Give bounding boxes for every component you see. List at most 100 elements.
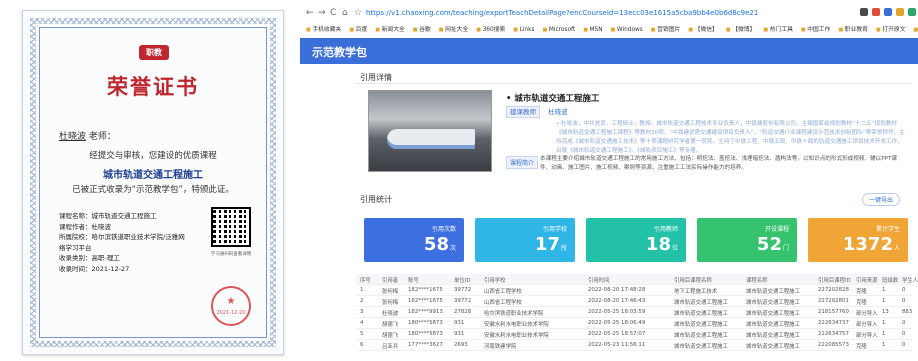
table-cell: 哈尔滨铁道职业技术学院 bbox=[484, 311, 544, 317]
table-header-cell: 引用后课程ID bbox=[818, 278, 851, 284]
table-header-cell: 引用时间 bbox=[588, 278, 610, 284]
bookmark-item[interactable]: 职业教育 bbox=[838, 27, 868, 33]
table-cell: 城市轨道交通工程施工 bbox=[746, 322, 800, 328]
table-cell: 931 bbox=[454, 331, 465, 337]
table-cell: 城市轨道交通工程施工 bbox=[674, 344, 728, 350]
bookmark-item[interactable]: MSN bbox=[583, 27, 602, 33]
table-row[interactable]: 3 杜晓波 182****9913 27828 哈尔滨铁道职业技术学院 2022-05-2… bbox=[356, 307, 912, 318]
table-header-cell: 引用者 bbox=[382, 278, 399, 284]
table-header-cell: 序号 bbox=[360, 278, 371, 284]
stat-card: 引用次数 58次 bbox=[364, 218, 464, 262]
table-cell: 931 bbox=[454, 320, 465, 326]
stat-card-value: 1372人 bbox=[843, 234, 900, 255]
table-cell: 城市轨道交通工程施工 bbox=[746, 311, 800, 317]
table-cell: 180****5873 bbox=[408, 331, 443, 337]
table-cell: 河南铁建学院 bbox=[484, 344, 517, 350]
certificate-recipient: 杜晓波 老师： bbox=[59, 129, 116, 142]
bookmark-item[interactable]: 网址大全 bbox=[439, 27, 469, 33]
bookmark-item[interactable]: 中国工作 bbox=[801, 27, 831, 33]
bookmark-item[interactable]: Links bbox=[513, 27, 534, 33]
table-cell: 0 bbox=[902, 342, 906, 348]
star-icon[interactable]: ☆ bbox=[354, 8, 362, 18]
table-cell: 0 bbox=[902, 298, 906, 304]
stat-card-value: 58次 bbox=[424, 234, 456, 255]
info-line: 所属院校：哈尔滨铁道职业技术学院/泛雅网 bbox=[59, 233, 185, 241]
table-cell: 1 bbox=[882, 287, 886, 293]
extension-icon[interactable] bbox=[908, 8, 916, 16]
table-cell: 城市轨道交通工程施工 bbox=[674, 322, 728, 328]
stat-number: 17 bbox=[534, 234, 560, 255]
table-header-cell: 引用来源 bbox=[856, 278, 878, 284]
url-input[interactable]: https://v1.chaoxing.com/teaching/exportT… bbox=[366, 9, 758, 17]
table-row[interactable]: 6 吕亚兵 177****3627 2693 河南铁建学院 2022-05-23 11:5… bbox=[356, 340, 912, 351]
table-cell: 0 bbox=[902, 331, 906, 337]
table-cell: 克隆 bbox=[856, 344, 867, 350]
table-cell: 2022-05-25 18:06:49 bbox=[588, 320, 646, 326]
table-cell: 胡德飞 bbox=[382, 333, 399, 339]
table-header-row: 序号 引用者 账号 单位ID 引用学校 引用时间 引用后课程名称 课程名称 引用后课程ID 引用来… bbox=[356, 274, 918, 285]
table-row[interactable]: 1 张何梅 182****1675 39772 山西省工程学校 2022-08-20 17… bbox=[356, 285, 912, 296]
bookmark-item[interactable]: 营销图片 bbox=[651, 27, 681, 33]
info-line: 收录时间：2021-12-27 bbox=[59, 264, 130, 273]
table-cell: 山西省工程学校 bbox=[484, 300, 522, 306]
bookmark-item[interactable]: 热门工具 bbox=[763, 27, 793, 33]
table-header-cell: 账号 bbox=[408, 278, 419, 284]
back-icon[interactable]: ← bbox=[306, 8, 314, 18]
bookmark-item[interactable]: 百度 bbox=[349, 27, 367, 33]
table-cell: 安徽水利水电职业技术学院 bbox=[484, 333, 549, 339]
home-icon[interactable]: ⌂ bbox=[342, 8, 348, 18]
bookmark-item[interactable]: 打开原文 bbox=[876, 27, 906, 33]
certificate-logo: 职教 bbox=[139, 45, 169, 60]
bookmark-item[interactable]: 360搜索 bbox=[476, 27, 505, 33]
bookmark-item[interactable]: 【微信】 bbox=[688, 27, 718, 33]
browser-window: ← → C ⌂ ☆ https://v1.chaoxing.com/teachi… bbox=[300, 0, 918, 361]
table-cell: 222634757 bbox=[818, 331, 849, 337]
table-cell: 山西省工程学校 bbox=[484, 289, 522, 295]
bookmark-item[interactable]: 手机收藏夹 bbox=[306, 27, 341, 33]
divider bbox=[356, 83, 912, 84]
table-cell: 2022-05-25 18:57:07 bbox=[588, 331, 646, 337]
stat-unit: 次 bbox=[449, 245, 456, 252]
extension-icon[interactable] bbox=[860, 8, 868, 16]
extension-icon[interactable] bbox=[896, 8, 904, 16]
table-row[interactable]: 4 胡德飞 180****5873 931 安徽水利水电职业技术学院 2022-05-25… bbox=[356, 318, 912, 329]
creator-name[interactable]: 杜晓波 bbox=[548, 108, 568, 116]
forward-icon[interactable]: → bbox=[318, 8, 326, 18]
table-cell: 1 bbox=[882, 320, 886, 326]
table-cell: 39772 bbox=[454, 298, 472, 304]
bookmark-item[interactable]: 新闻大全 bbox=[375, 27, 405, 33]
stat-unit: 位 bbox=[671, 245, 678, 252]
table-cell: 2693 bbox=[454, 342, 468, 348]
table-cell: 0 bbox=[902, 320, 906, 326]
stat-number: 58 bbox=[423, 234, 449, 255]
reload-icon[interactable]: C bbox=[330, 8, 336, 18]
bookmark-item[interactable]: 【微博】 bbox=[726, 27, 756, 33]
creator-tag: 建课教师 杜晓波 bbox=[506, 106, 568, 118]
course-title: • 城市轨道交通工程施工 bbox=[506, 94, 600, 104]
stat-card-value: 52门 bbox=[757, 234, 789, 255]
bookmark-item[interactable]: 智慧职教 bbox=[914, 27, 918, 33]
table-header-cell: 学生人数 bbox=[902, 278, 918, 284]
table-cell: 部分导入 bbox=[856, 322, 878, 328]
stat-number: 52 bbox=[756, 234, 782, 255]
bookmark-item[interactable]: 谷歌 bbox=[413, 27, 431, 33]
table-cell: 城市轨道交通工程施工 bbox=[674, 300, 728, 306]
certificate-line2: 已被正式收录为“示范教学包”，特颁此证。 bbox=[72, 185, 234, 195]
extension-icon[interactable] bbox=[884, 8, 892, 16]
app-title: 示范教学包 bbox=[312, 46, 367, 59]
certificate: 职教 荣誉证书 杜晓波 老师： 经提交与审核，您建设的优质课程 城市轨道交通工程… bbox=[22, 10, 284, 355]
stat-card: 引用学校 17所 bbox=[475, 218, 575, 262]
bookmark-item[interactable]: Windows bbox=[611, 27, 643, 33]
panel-heading: 引用统计 bbox=[360, 195, 392, 204]
table-cell: 39772 bbox=[454, 287, 472, 293]
export-button[interactable]: 一键导出 bbox=[861, 193, 900, 206]
table-cell: 1 bbox=[882, 331, 886, 337]
table-cell: 177****3627 bbox=[408, 342, 443, 348]
table-row[interactable]: 2 张何梅 182****1675 39772 山西省工程学校 2022-08-20 17… bbox=[356, 296, 912, 307]
bookmark-item[interactable]: Microsoft bbox=[543, 27, 576, 33]
certificate-line1: 经提交与审核，您建设的优质课程 bbox=[89, 151, 217, 161]
stat-cards: 引用次数 58次 引用学校 17所 引用教师 18位 开设课程 52门 累计学生 1372人 bbox=[364, 218, 910, 262]
extension-icon[interactable] bbox=[872, 8, 880, 16]
table-row[interactable]: 5 胡德飞 180****5873 931 安徽水利水电职业技术学院 2022-05-25… bbox=[356, 329, 912, 340]
address-bar: ← → C ⌂ ☆ https://v1.chaoxing.com/teachi… bbox=[300, 6, 918, 22]
